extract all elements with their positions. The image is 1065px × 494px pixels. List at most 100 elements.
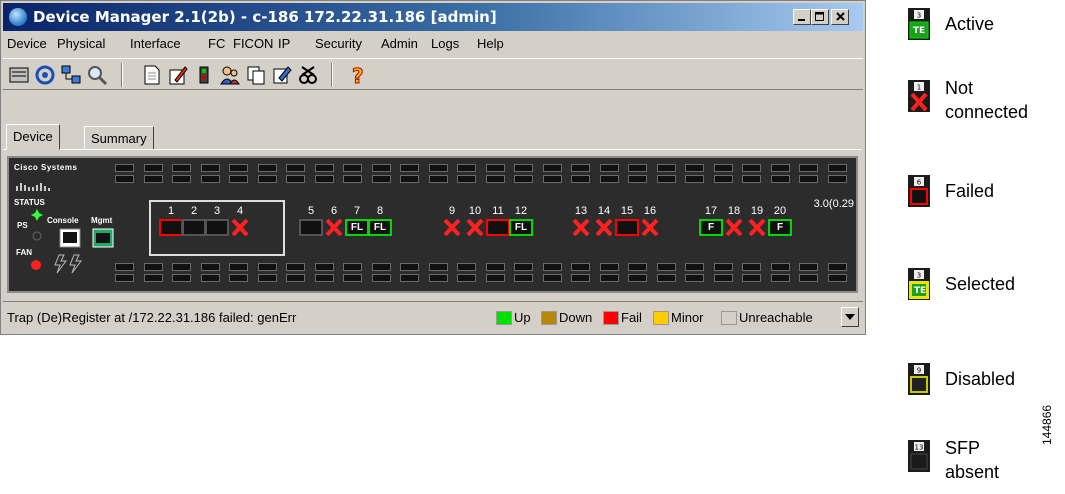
vent-slot (286, 274, 305, 282)
port-15[interactable] (615, 219, 639, 236)
svg-text:3: 3 (917, 12, 921, 20)
port-1[interactable] (159, 219, 183, 236)
menu-ip[interactable]: IP (278, 36, 290, 51)
menu-logs[interactable]: Logs (431, 36, 459, 51)
vent-slot (343, 274, 362, 282)
menu-bar: Device Physical Interface FC FICON IP Security… (3, 32, 863, 56)
minimize-button[interactable] (793, 9, 811, 25)
vent-slot (827, 175, 847, 183)
legend-label-down: Down (559, 310, 593, 325)
legend-icon-not-connected: 1 (908, 80, 930, 112)
port-number: 20 (773, 205, 787, 217)
port-14[interactable] (592, 218, 616, 237)
copy-icon[interactable] (245, 64, 267, 86)
port-12[interactable]: FL (509, 219, 533, 236)
port-5[interactable] (299, 219, 323, 236)
vent-slot (229, 263, 248, 271)
port-17[interactable]: F (699, 219, 723, 236)
port-11[interactable] (486, 219, 510, 236)
menu-interface[interactable]: Interface (130, 36, 181, 51)
vent-slot (571, 175, 590, 183)
port-20[interactable]: F (768, 219, 792, 236)
config-icon[interactable] (167, 64, 189, 86)
menu-help[interactable]: Help (477, 36, 504, 51)
vent-slot (115, 175, 134, 183)
port-16[interactable] (638, 218, 662, 237)
close-button[interactable] (831, 9, 849, 25)
menu-ficon[interactable]: FICON (233, 36, 273, 51)
port-number: 15 (620, 205, 634, 217)
vent-slot (400, 274, 419, 282)
vent-slot (200, 175, 220, 183)
port-10[interactable] (463, 218, 487, 237)
vent-slot (713, 164, 733, 172)
port-number: 6 (330, 205, 338, 217)
port-number: 17 (704, 205, 718, 217)
menu-physical[interactable]: Physical (57, 36, 105, 51)
vent-slot (200, 164, 220, 172)
vent-slot (799, 274, 818, 282)
help-icon[interactable]: ? (347, 64, 369, 89)
vent-slot (685, 164, 704, 172)
port-number: 7 (353, 205, 361, 217)
power-bolt-icon (54, 254, 82, 274)
vent-slot (229, 274, 248, 282)
vent-slot (115, 274, 134, 282)
port-7[interactable]: FL (345, 219, 369, 236)
tab-device[interactable]: Device (6, 124, 60, 150)
vent-slot (343, 164, 362, 172)
vent-slot (172, 164, 191, 172)
tools-icon[interactable] (297, 64, 319, 86)
menu-device[interactable]: Device (7, 36, 47, 51)
vent-slot (400, 263, 419, 271)
port-3[interactable] (205, 219, 229, 236)
port-18[interactable] (722, 218, 746, 237)
vent-slot (115, 164, 134, 172)
mgmt-label: Mgmt (91, 216, 113, 225)
vent-slot (770, 263, 790, 271)
legend-label-unreachable: Unreachable (739, 310, 813, 325)
port-8[interactable]: FL (368, 219, 392, 236)
port-19[interactable] (745, 218, 769, 237)
vent-slot (571, 263, 590, 271)
legend-label-fail: Fail (621, 310, 642, 325)
legend-icon-disabled: 9 (908, 363, 930, 395)
vent-slot (827, 263, 847, 271)
restore-button[interactable] (811, 9, 829, 25)
fan-led-icon (31, 260, 41, 270)
edit-icon[interactable] (271, 64, 293, 86)
menu-fc[interactable]: FC (208, 36, 225, 51)
port-13[interactable] (569, 218, 593, 237)
vent-slot (143, 164, 163, 172)
zoom-icon[interactable] (86, 64, 108, 86)
vent-slot (799, 263, 818, 271)
refresh-icon[interactable] (34, 64, 56, 86)
legend-swatch-unreachable (721, 311, 737, 325)
menu-admin[interactable]: Admin (381, 36, 418, 51)
title-bar[interactable]: Device Manager 2.1(2b) - c-186 172.22.31… (3, 3, 863, 31)
legend-tag-active: TE (912, 26, 926, 36)
tab-summary[interactable]: Summary (84, 126, 154, 150)
port-2[interactable] (182, 219, 206, 236)
svg-text:13: 13 (915, 444, 924, 452)
port-6[interactable] (322, 218, 346, 237)
log-icon[interactable] (141, 64, 163, 86)
bar-icon[interactable] (193, 64, 215, 86)
users-icon[interactable] (219, 64, 241, 86)
vent-slot (628, 175, 647, 183)
topology-icon[interactable] (60, 64, 82, 86)
ps-led-icon (32, 231, 42, 241)
mgmt-port-icon[interactable] (92, 228, 114, 248)
legend-text-disabled: Disabled (945, 369, 1016, 389)
legend-icon-sfp-absent: 13 (908, 440, 930, 472)
svg-text:6: 6 (917, 179, 922, 187)
dropdown-button[interactable] (841, 307, 859, 327)
port-9[interactable] (440, 218, 464, 237)
legend-label-minor: Minor (671, 310, 704, 325)
menu-security[interactable]: Security (315, 36, 362, 51)
legend-swatch-up (496, 311, 512, 325)
console-port-icon[interactable] (59, 228, 81, 248)
chassis-icon[interactable] (8, 64, 30, 86)
status-label: STATUS (14, 198, 45, 207)
port-4[interactable] (228, 218, 252, 237)
